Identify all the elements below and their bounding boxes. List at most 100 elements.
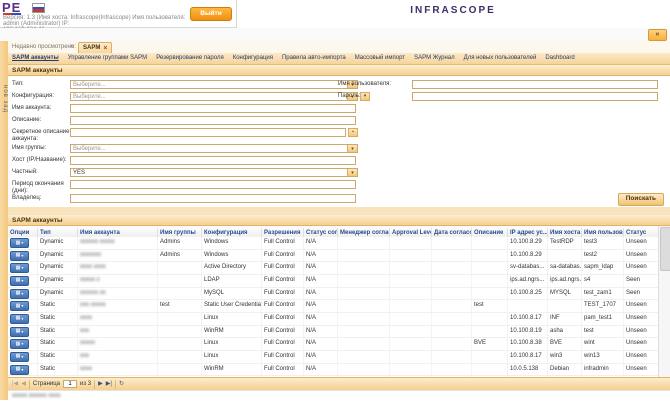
cell-approval_level xyxy=(390,325,432,338)
cell-approval_manager xyxy=(338,249,390,262)
expiry-days-input[interactable] xyxy=(70,180,356,189)
chevron-down-icon: ▾ xyxy=(21,265,24,271)
username-input[interactable] xyxy=(412,80,658,89)
row-options-button[interactable]: ▦ ▾ xyxy=(10,238,29,248)
secret-description-input[interactable] xyxy=(70,128,346,137)
language-flag-icon[interactable] xyxy=(32,3,45,13)
cell-ip: 10.100.8.17 xyxy=(508,312,548,325)
cell-approval_manager xyxy=(338,312,390,325)
vertical-scrollbar[interactable] xyxy=(658,226,670,377)
cell-account: xxxx xxxx xyxy=(78,262,158,274)
cell-desc xyxy=(472,350,508,363)
tab-scroller-icon[interactable]: » xyxy=(70,43,74,50)
row-options-button[interactable]: ▦ ▾ xyxy=(10,351,29,362)
cell-perm: Full Control xyxy=(262,300,304,312)
table-row[interactable]: ▦ ▾ Static xxxx WinRM Full Control N/A 10.0.5.1… xyxy=(8,363,658,377)
table-row[interactable]: ▦ ▾ Static xxxx Linux Full Control N/A 10.100.8… xyxy=(8,312,658,326)
cell-approval_status: N/A xyxy=(304,262,338,274)
cell-status: Unseen xyxy=(624,262,658,274)
cell-host: ips.ad.ngrs... xyxy=(548,274,582,287)
table-row[interactable]: ▦ ▾ Dynamic xxxxxxx Admins Windows Full Contro… xyxy=(8,249,658,263)
row-options-button[interactable]: ▦ ▾ xyxy=(10,301,29,312)
owner-input[interactable] xyxy=(70,194,356,203)
row-options-button[interactable]: ▦ ▾ xyxy=(10,313,29,324)
table-row[interactable]: ▦▾ Staticxxx LinuxFull ControlN/A 10.100.8.… xyxy=(8,350,658,364)
cell-group xyxy=(158,274,202,287)
menu-item-8[interactable]: Для новых пользователей xyxy=(464,53,537,64)
row-options-button[interactable]: ▦ ▾ xyxy=(10,364,29,375)
cell-group xyxy=(158,312,202,325)
row-options-button[interactable]: ▦ ▾ xyxy=(10,326,29,337)
chevron-down-icon[interactable]: ▾ xyxy=(347,145,357,152)
pagination-separator xyxy=(94,379,96,389)
menu-item-9[interactable]: Dashboard xyxy=(545,53,574,64)
table-row[interactable]: ▦ ▾ Static xxx WinRM Full Control N/A 10.100.8.… xyxy=(8,325,658,339)
chevron-down-icon[interactable]: ▾ xyxy=(347,169,357,176)
menu-item-4[interactable]: Конфигурация xyxy=(233,53,273,64)
cell-group xyxy=(158,338,202,350)
cell-desc xyxy=(472,249,508,262)
menu-item-5[interactable]: Правила авто-импорта xyxy=(282,53,346,64)
cell-desc xyxy=(472,274,508,287)
last-page-icon[interactable]: ▶| xyxy=(106,378,112,390)
cell-account: xxxxx x xyxy=(78,274,158,287)
cell-host xyxy=(548,249,582,262)
table-row[interactable]: ▦ ▾ Dynamic xxxxxx xxxxx Admins Windows Full C… xyxy=(8,237,658,250)
cell-config: LDAP xyxy=(202,274,262,287)
row-options-button[interactable]: ▦ ▾ xyxy=(10,288,29,299)
cell-desc xyxy=(472,363,508,376)
cell-group: test xyxy=(158,300,202,312)
blurred-text: xxx xyxy=(80,327,89,334)
cell-user: sapm_ldap xyxy=(582,262,624,274)
table-row[interactable]: ▦ ▾ Dynamic xxxxx x LDAP Full Control N/A ips.a… xyxy=(8,274,658,288)
table-row[interactable]: ▦ ▾ Dynamic xxxxxx xx MySQL Full Control N/A 10… xyxy=(8,287,658,301)
field-label-private: Частный: xyxy=(12,169,38,175)
cell-perm: Full Control xyxy=(262,325,304,338)
table-row[interactable]: ▦ ▾ Dynamic xxxx xxxx Active Directory Full C… xyxy=(8,262,658,275)
cell-options: ▦▾ xyxy=(8,287,38,300)
page-of-label: из 3 xyxy=(80,381,92,387)
scrollbar-thumb[interactable] xyxy=(660,227,670,271)
menu-item-7[interactable]: SAPM Журнал xyxy=(414,53,455,64)
edit-secret-icon[interactable]: ▪ xyxy=(348,128,358,137)
private-select[interactable]: YES ▾ xyxy=(70,168,358,177)
blurred-text: xxxxxx xxxxx xyxy=(80,239,115,245)
configuration-select[interactable]: Выберите... ▾ xyxy=(70,92,358,101)
cell-account: xxx xyxy=(78,325,158,338)
row-options-button[interactable]: ▦ ▾ xyxy=(10,250,29,261)
page-number-input[interactable] xyxy=(63,380,78,388)
account-name-input[interactable] xyxy=(70,104,356,113)
cell-host: win3 xyxy=(548,350,582,363)
menu-item-2[interactable]: Управление группами SAPM xyxy=(68,53,147,64)
refresh-icon[interactable]: ↻ xyxy=(119,378,124,390)
row-options-button[interactable]: ▦ ▾ xyxy=(10,263,29,274)
cell-account: xxxxx xyxy=(78,338,158,350)
cell-account: xxx xxxxx xyxy=(78,300,158,312)
first-page-icon[interactable]: |◀ xyxy=(12,378,18,390)
host-input[interactable] xyxy=(70,156,356,165)
cell-group xyxy=(158,350,202,363)
menu-item-3[interactable]: Резервирование пароля xyxy=(156,53,224,64)
menu-item-1[interactable]: SAPM аккаунты xyxy=(12,53,59,64)
cell-approval_manager xyxy=(338,287,390,300)
search-button[interactable]: Поискать xyxy=(617,193,664,206)
collapse-panel-button[interactable]: « xyxy=(648,29,667,41)
field-label-owner: Владелец: xyxy=(12,195,42,201)
cell-status: Unseen xyxy=(624,237,658,249)
logout-button[interactable]: Выйти xyxy=(190,7,232,21)
menu-item-6[interactable]: Массовый импорт xyxy=(355,53,405,64)
table-row[interactable]: ▦ ▾ Static xxxxx Linux Full Control N/A BVE 10.1… xyxy=(8,338,658,351)
row-options-button[interactable]: ▦ ▾ xyxy=(10,275,29,286)
cell-user: test_zam1 xyxy=(582,287,624,300)
group-name-select[interactable]: Выберите... ▾ xyxy=(70,144,358,153)
description-input[interactable] xyxy=(70,116,356,125)
close-icon[interactable]: × xyxy=(103,45,107,52)
type-select[interactable]: Выберите... ▾ xyxy=(70,80,358,89)
table-row[interactable]: ▦ ▾ Static xxx xxxxx test Static User Credent… xyxy=(8,300,658,313)
password-input[interactable] xyxy=(412,92,658,101)
cell-desc xyxy=(472,325,508,338)
prev-page-icon[interactable]: ◀ xyxy=(21,378,26,390)
chevron-down-icon: ▾ xyxy=(21,240,24,245)
row-options-button[interactable]: ▦ ▾ xyxy=(10,339,29,350)
next-page-icon[interactable]: ▶ xyxy=(98,378,103,390)
